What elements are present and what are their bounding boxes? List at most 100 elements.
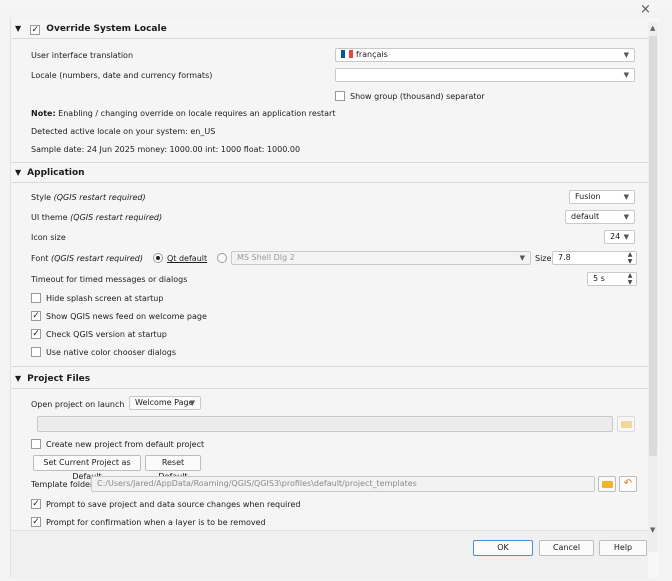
collapse-triangle-icon[interactable]: ▼ (15, 22, 21, 36)
qt-default-radio[interactable] (153, 253, 163, 263)
create-default-checkbox[interactable] (31, 439, 41, 449)
timeout-value: 5 s (593, 274, 605, 283)
note-text: Enabling / changing override on locale r… (55, 109, 336, 118)
ok-button[interactable]: OK (473, 540, 533, 556)
cancel-button[interactable]: Cancel (539, 540, 594, 556)
set-current-default-button[interactable]: Set Current Project as Default (33, 455, 141, 481)
locale-section-header[interactable]: ▼ ✓ Override System Locale (15, 22, 167, 36)
news-feed-label: Show QGIS news feed on welcome page (46, 312, 207, 321)
custom-font-radio[interactable] (217, 253, 227, 263)
dialog-footer: OK Cancel Help (11, 530, 648, 579)
font-value: MS Shell Dlg 2 (237, 253, 295, 262)
locale-note: Note: Enabling / changing override on lo… (31, 109, 335, 118)
ui-translation-value: français (356, 50, 388, 59)
scrollbar-thumb[interactable] (649, 36, 657, 456)
prompt-confirm-checkbox[interactable]: ✓ (31, 517, 41, 527)
locale-section-title: Override System Locale (46, 24, 167, 34)
ui-theme-select[interactable]: default ▼ (565, 210, 635, 224)
chevron-down-icon: ▼ (623, 233, 629, 241)
reset-arrow-icon[interactable]: ↶ (619, 476, 637, 492)
ui-translation-label: User interface translation (31, 51, 134, 60)
collapse-triangle-icon[interactable]: ▼ (15, 166, 21, 180)
note-bold: Note: (31, 109, 56, 118)
font-select[interactable]: MS Shell Dlg 2 ▼ (231, 251, 531, 265)
native-color-checkbox[interactable] (31, 347, 41, 357)
application-section-title: Application (27, 168, 85, 178)
ui-theme-label: UI theme (QGIS restart required) (31, 213, 162, 222)
close-icon[interactable]: × (640, 2, 651, 17)
reset-default-button[interactable]: Reset Default (145, 455, 201, 481)
scroll-down-icon[interactable]: ▼ (650, 526, 655, 534)
group-separator-label: Show group (thousand) separator (350, 92, 485, 101)
options-scroll-area: ▼ ✓ Override System Locale User interface… (11, 18, 648, 530)
style-label-text: Style (31, 193, 52, 202)
open-project-select[interactable]: Welcome Page ▼ (129, 396, 201, 410)
hide-splash-checkbox[interactable] (31, 293, 41, 303)
restart-note: (QGIS restart required) (53, 193, 146, 202)
locale-select[interactable]: ▼ (335, 68, 635, 82)
check-version-checkbox[interactable]: ✓ (31, 329, 41, 339)
help-button[interactable]: Help (599, 540, 647, 556)
restart-note: (QGIS restart required) (70, 213, 163, 222)
scroll-up-icon[interactable]: ▲ (650, 24, 655, 32)
title-bar (0, 0, 672, 8)
locale-label: Locale (numbers, date and currency forma… (31, 71, 213, 80)
spin-arrows-icon[interactable]: ▲ ▼ (626, 251, 634, 265)
prompt-confirm-label: Prompt for confirmation when a layer is … (46, 518, 266, 527)
prompt-save-label: Prompt to save project and data source c… (46, 500, 301, 509)
restart-note: (QGIS restart required) (50, 254, 143, 263)
project-path-field[interactable] (37, 416, 613, 432)
template-folder-label: Template folder (31, 480, 94, 489)
chevron-down-icon: ▼ (623, 71, 629, 79)
icon-size-label: Icon size (31, 233, 66, 242)
native-color-label: Use native color chooser dialogs (46, 348, 177, 357)
french-flag-icon (341, 50, 353, 58)
detected-locale-text: Detected active locale on your system: e… (31, 127, 216, 136)
font-size-spinbox[interactable]: 7.8 (552, 251, 637, 265)
override-locale-checkbox[interactable]: ✓ (30, 25, 41, 35)
project-files-section-title: Project Files (27, 374, 91, 384)
group-separator-checkbox[interactable] (335, 91, 345, 101)
options-dialog: ▼ ✓ Override System Locale User interface… (10, 18, 659, 579)
prompt-save-checkbox[interactable]: ✓ (31, 499, 41, 509)
news-feed-checkbox[interactable]: ✓ (31, 311, 41, 321)
chevron-down-icon: ▼ (189, 399, 195, 407)
font-size-value: 7.8 (558, 253, 571, 262)
divider (11, 162, 648, 163)
sample-format-text: Sample date: 24 Jun 2025 money: 1000.00 … (31, 145, 301, 154)
chevron-down-icon: ▼ (623, 213, 629, 221)
check-version-label: Check QGIS version at startup (46, 330, 167, 339)
chevron-down-icon: ▼ (519, 254, 525, 262)
icon-size-select[interactable]: 24 ▼ (604, 230, 635, 244)
chevron-down-icon: ▼ (623, 193, 629, 201)
divider (11, 388, 648, 389)
ui-theme-label-text: UI theme (31, 213, 68, 222)
ui-theme-value: default (571, 212, 600, 221)
qt-default-label: Qt default (167, 254, 208, 263)
chevron-down-icon: ▼ (623, 51, 629, 59)
divider (11, 182, 648, 183)
size-label: Size (535, 254, 552, 263)
divider (11, 38, 648, 39)
font-label: Font (QGIS restart required) (31, 254, 143, 263)
timeout-label: Timeout for timed messages or dialogs (31, 275, 188, 284)
font-label-text: Font (31, 254, 49, 263)
spin-arrows-icon[interactable]: ▲ ▼ (626, 272, 634, 286)
template-folder-field[interactable]: C:/Users/Jared/AppData/Roaming/QGIS/QGIS… (91, 476, 595, 492)
folder-icon[interactable] (617, 416, 635, 432)
style-select[interactable]: Fusion ▼ (569, 190, 635, 204)
create-default-label: Create new project from default project (46, 440, 205, 449)
hide-splash-label: Hide splash screen at startup (46, 294, 164, 303)
open-project-label: Open project on launch (31, 400, 125, 409)
ui-translation-select[interactable]: français ▼ (335, 48, 635, 62)
vertical-scrollbar[interactable]: ▲ ▼ (648, 22, 658, 552)
style-value: Fusion (575, 192, 601, 201)
icon-size-value: 24 (610, 232, 621, 241)
open-project-value: Welcome Page (135, 398, 194, 407)
collapse-triangle-icon[interactable]: ▼ (15, 372, 21, 386)
style-label: Style (QGIS restart required) (31, 193, 146, 202)
folder-icon[interactable] (598, 476, 616, 492)
project-files-section-header[interactable]: ▼ Project Files (15, 372, 90, 386)
application-section-header[interactable]: ▼ Application (15, 166, 85, 180)
divider (11, 366, 648, 367)
